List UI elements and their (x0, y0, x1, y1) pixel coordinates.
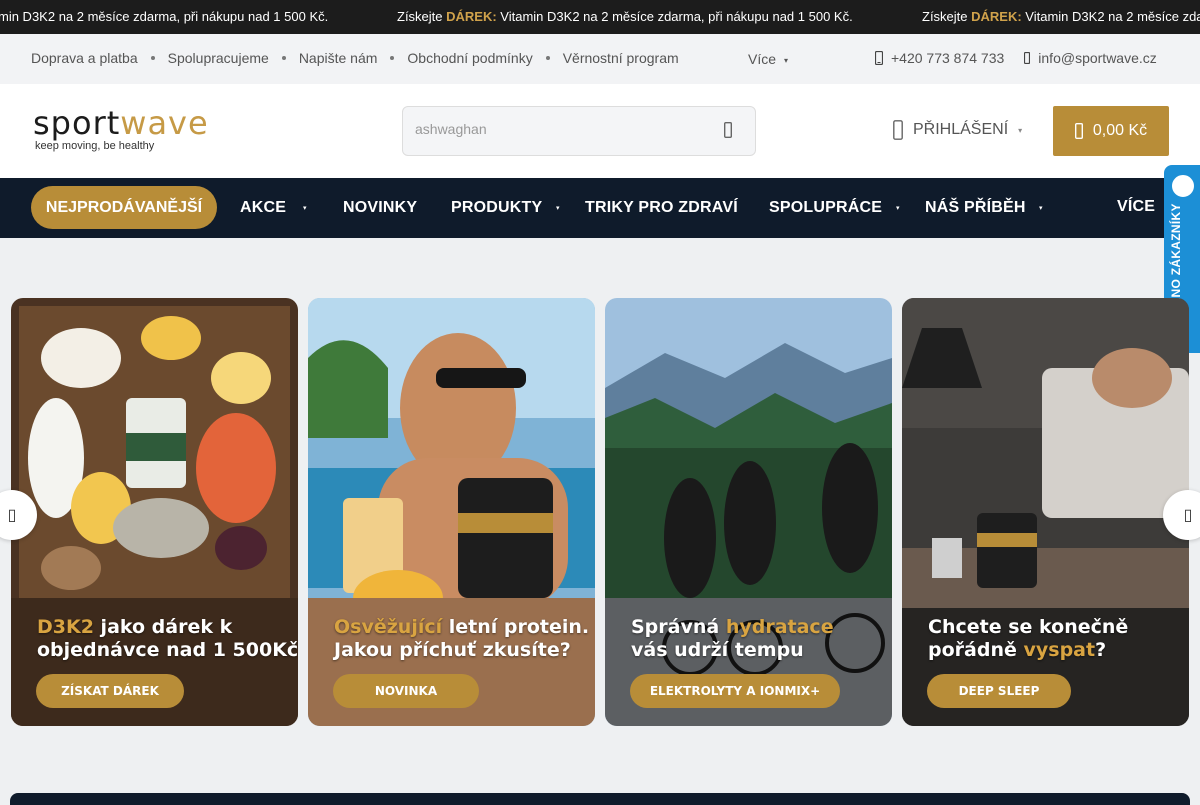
nav-item-nas-pribeh[interactable]: NÁŠ PŘÍBĚH (925, 199, 1026, 217)
link-spolupracujeme[interactable]: Spolupracujeme (168, 50, 269, 66)
banner-hydration[interactable]: Správná hydratace vás udrží tempu ELEKTRO… (605, 298, 892, 726)
banner-button-novinka[interactable]: NOVINKA (333, 674, 479, 708)
nav-item-vice[interactable]: VÍCE (1117, 198, 1155, 216)
more-label: Více (748, 51, 777, 67)
link-doprava[interactable]: Doprava a platba (31, 50, 138, 66)
promo-message-2: Získejte DÁREK: Vitamin D3K2 na 2 měsíce… (397, 9, 853, 24)
banner-button-ziskat-darek[interactable]: ZÍSKAT DÁREK (36, 674, 184, 708)
chevron-down-icon: ▾ (556, 205, 560, 212)
banner-deep-sleep[interactable]: Chcete se konečně pořádně vyspat? DEEP SL… (902, 298, 1189, 726)
user-icon (893, 120, 903, 140)
nav-item-triky[interactable]: TRIKY PRO ZDRAVÍ (585, 199, 738, 217)
search-icon[interactable] (721, 122, 735, 138)
promo-message-3: Získejte DÁREK: Vitamin D3K2 na 2 měsíce… (922, 9, 1200, 24)
chevron-down-icon: ▾ (1039, 205, 1043, 212)
verified-seal-icon (1170, 173, 1196, 199)
nav-item-spoluprace[interactable]: SPOLUPRÁCE (769, 199, 882, 217)
promo-bar: min D3K2 na 2 měsíce zdarma, při nákupu … (0, 0, 1200, 34)
banner-caption: Chcete se konečně pořádně vyspat? (928, 616, 1129, 661)
banner-caption: Správná hydratace vás udrží tempu (631, 616, 834, 661)
separator-dot (390, 56, 395, 60)
separator-dot (150, 56, 155, 60)
email-link[interactable]: info@sportwave.cz (1024, 50, 1157, 66)
separator-dot (281, 56, 286, 60)
link-napiste-nam[interactable]: Napište nám (299, 50, 378, 66)
cart-total: 0,00 Kč (1092, 122, 1148, 139)
nav-item-akce[interactable]: AKCE (240, 199, 286, 217)
logo-wordmark: sportwave (33, 104, 209, 142)
site-header: sportwave keep moving, be healthy PŘIHLÁ… (0, 84, 1200, 178)
banner-button-deep-sleep[interactable]: DEEP SLEEP (927, 674, 1071, 708)
contact-info: +420 773 874 733 info@sportwave.cz (875, 50, 1157, 66)
email-address: info@sportwave.cz (1038, 50, 1157, 66)
chevron-left-icon: ▯ (7, 507, 17, 524)
login-label: PŘIHLÁŠENÍ (913, 121, 1009, 138)
chevron-down-icon: ▾ (303, 205, 307, 212)
chevron-down-icon: ▾ (784, 55, 789, 65)
login-button[interactable]: PŘIHLÁŠENÍ ▾ (893, 120, 1022, 140)
banner-protein[interactable]: Osvěžující letní protein. Jakou příchuť z… (308, 298, 595, 726)
banner-button-elektrolyty[interactable]: ELEKTROLYTY A IONMIX+ (630, 674, 840, 708)
cart-icon (1074, 123, 1083, 139)
banner-caption: D3K2 jako dárek k objednávce nad 1 500Kč (37, 616, 298, 661)
main-nav: NEJPRODÁVANĚJŠÍ AKCE ▾ NOVINKY PRODUKTY … (0, 178, 1200, 238)
banner-d3k2[interactable]: D3K2 jako dárek k objednávce nad 1 500Kč … (11, 298, 298, 726)
search-box (402, 106, 756, 156)
logo[interactable]: sportwave keep moving, be healthy (33, 106, 209, 152)
email-icon (1024, 52, 1031, 64)
link-obchodni-podminky[interactable]: Obchodní podmínky (407, 50, 532, 66)
link-vernostni-program[interactable]: Věrnostní program (563, 50, 679, 66)
next-section-edge (10, 793, 1190, 805)
more-links-dropdown[interactable]: Více ▾ (748, 51, 788, 67)
chevron-down-icon: ▾ (1018, 125, 1023, 135)
info-links: Doprava a platba Spolupracujeme Napište … (31, 50, 679, 66)
phone-icon (875, 51, 883, 65)
cart-button[interactable]: 0,00 Kč (1053, 106, 1169, 156)
phone-link[interactable]: +420 773 874 733 (875, 50, 1004, 66)
nav-item-bestsellers[interactable]: NEJPRODÁVANĚJŠÍ (31, 186, 217, 229)
chevron-right-icon: ▯ (1183, 507, 1193, 524)
info-bar: Doprava a platba Spolupracujeme Napište … (0, 34, 1200, 84)
separator-dot (545, 56, 550, 60)
banner-caption: Osvěžující letní protein. Jakou příchuť z… (334, 616, 590, 661)
promo-message-1: min D3K2 na 2 měsíce zdarma, při nákupu … (0, 9, 329, 24)
chevron-down-icon: ▾ (896, 205, 900, 212)
nav-item-produkty[interactable]: PRODUKTY (451, 199, 542, 217)
search-input[interactable] (415, 121, 705, 137)
nav-item-novinky[interactable]: NOVINKY (343, 199, 417, 217)
phone-number: +420 773 874 733 (891, 50, 1005, 66)
